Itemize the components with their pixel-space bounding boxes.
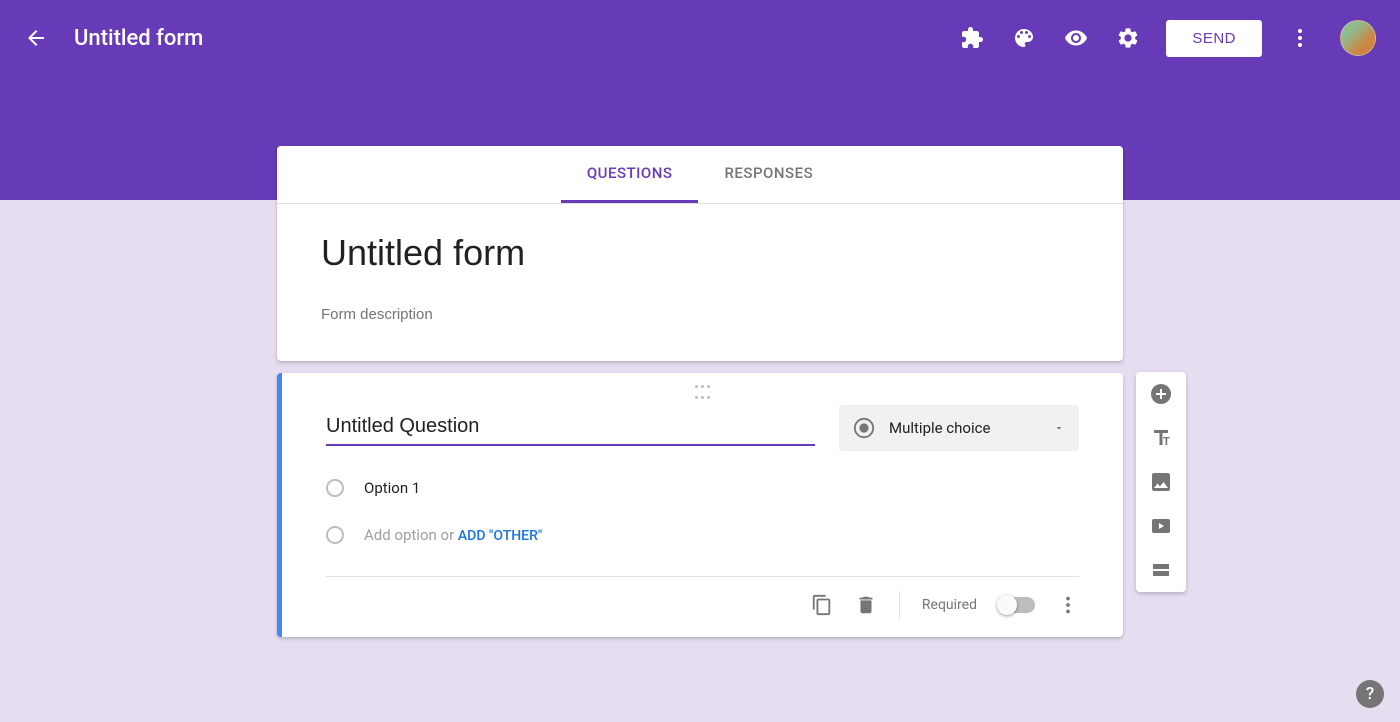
drag-handle-icon[interactable] — [326, 383, 1079, 394]
add-section-icon[interactable] — [1149, 558, 1173, 582]
option-row[interactable]: Option 1 — [326, 465, 1079, 511]
required-label: Required — [922, 597, 977, 613]
radio-icon — [326, 479, 344, 497]
svg-text:T: T — [1163, 435, 1170, 448]
tab-responses[interactable]: RESPONSES — [698, 146, 839, 203]
add-question-icon[interactable] — [1149, 382, 1173, 406]
add-option-row[interactable]: Add option or ADD "OTHER" — [326, 511, 1079, 558]
required-toggle[interactable] — [999, 597, 1035, 613]
back-arrow-icon[interactable] — [24, 26, 48, 50]
side-toolbar: T — [1136, 372, 1186, 592]
form-title-input[interactable] — [321, 232, 1079, 278]
add-option-text[interactable]: Add option — [364, 526, 437, 544]
tab-questions[interactable]: QUESTIONS — [561, 146, 699, 203]
preview-icon[interactable] — [1064, 26, 1088, 50]
send-button[interactable]: SEND — [1166, 20, 1262, 57]
add-image-icon[interactable] — [1149, 470, 1173, 494]
option-label[interactable]: Option 1 — [364, 479, 420, 497]
radio-icon — [326, 526, 344, 544]
header-title[interactable]: Untitled form — [74, 26, 203, 51]
settings-icon[interactable] — [1116, 26, 1140, 50]
help-icon[interactable]: ? — [1356, 680, 1384, 708]
question-more-icon[interactable] — [1057, 594, 1079, 616]
divider — [899, 591, 900, 619]
dropdown-arrow-icon — [1053, 419, 1065, 438]
question-type-label: Multiple choice — [889, 419, 1053, 437]
palette-icon[interactable] — [1012, 26, 1036, 50]
delete-icon[interactable] — [855, 594, 877, 616]
add-video-icon[interactable] — [1149, 514, 1173, 538]
form-description-input[interactable] — [321, 306, 1079, 323]
drag-handle-icon[interactable] — [326, 396, 1079, 405]
addons-icon[interactable] — [960, 26, 984, 50]
radio-checked-icon — [853, 417, 875, 439]
account-avatar[interactable] — [1340, 20, 1376, 56]
question-type-select[interactable]: Multiple choice — [839, 405, 1079, 451]
more-icon[interactable] — [1288, 26, 1312, 50]
duplicate-icon[interactable] — [811, 594, 833, 616]
question-title-input[interactable] — [326, 411, 815, 446]
add-other-link[interactable]: ADD "OTHER" — [458, 528, 542, 544]
add-title-icon[interactable]: T — [1149, 426, 1173, 450]
